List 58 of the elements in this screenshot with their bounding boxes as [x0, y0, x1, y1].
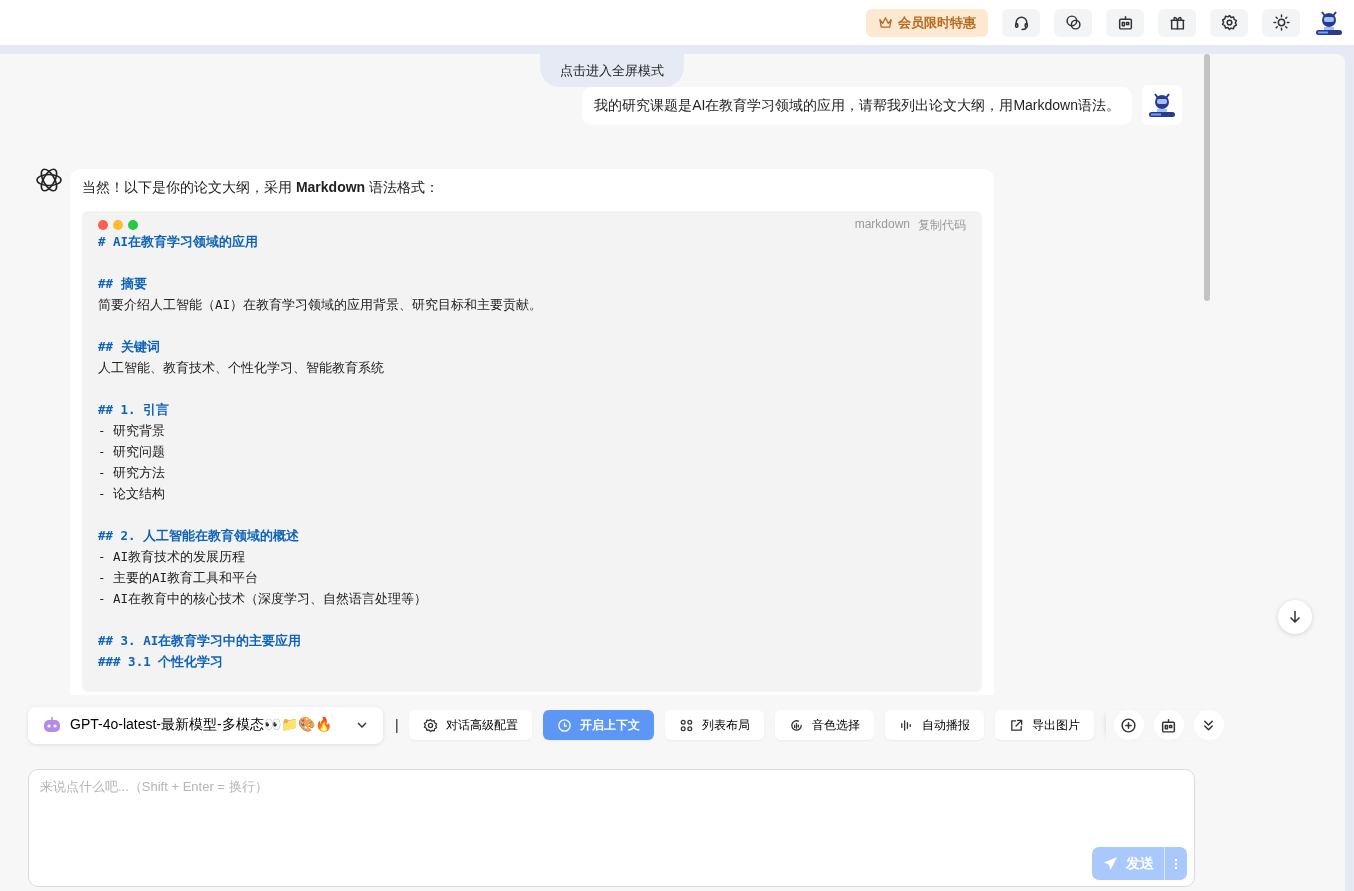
- code-heading: ### 3.1 个性化学习: [98, 653, 225, 671]
- robot-icon: [1116, 14, 1134, 31]
- sun-icon: [1272, 14, 1290, 31]
- chat-bubbles-button[interactable]: [1054, 8, 1092, 37]
- code-heading: ## 3. AI在教育学习中的主要应用: [98, 632, 303, 650]
- code-language: markdown: [854, 216, 910, 233]
- toolbar-button[interactable]: 对话高级配置: [408, 710, 532, 740]
- clock-icon: [556, 717, 572, 733]
- user-message: 我的研究课题是AI在教育学习领域的应用，请帮我列出论文大纲，用Markdown语法。: [582, 87, 1132, 125]
- add-chat-button[interactable]: [1113, 710, 1144, 740]
- code-line: - 研究方法: [98, 464, 167, 482]
- voice-icon: [788, 717, 804, 733]
- code-line: - 主要的AI教育工具和平台: [98, 569, 260, 587]
- robot-icon: [1160, 716, 1178, 734]
- separator-text: |: [395, 717, 399, 733]
- sun-button[interactable]: [1262, 8, 1300, 37]
- window-dots-icon: [98, 220, 140, 230]
- code-line: - 研究问题: [98, 443, 167, 461]
- double-chevron-down-button[interactable]: [1193, 710, 1224, 740]
- settings-button[interactable]: [1210, 8, 1248, 37]
- promo-button[interactable]: 会员限时特惠: [866, 8, 988, 37]
- paper-plane-icon: [1102, 856, 1118, 871]
- add-chat-icon: [1120, 716, 1138, 734]
- code-line: 人工智能、教育技术、个性化学习、智能教育系统: [98, 359, 385, 377]
- robot-button[interactable]: [1153, 710, 1184, 740]
- sound-wave-icon: [898, 717, 914, 733]
- message-text: 当然！以下是你的论文大纲，采用 Markdown 语法格式：: [82, 179, 440, 197]
- code-heading: # AI在教育学习领域的应用: [98, 233, 260, 251]
- scrollbar-thumb[interactable]: [1204, 54, 1210, 301]
- code-heading: ## 摘要: [98, 275, 148, 293]
- toolbar-button[interactable]: 列表布局: [664, 710, 764, 740]
- kebab-menu-icon: [1174, 857, 1178, 870]
- gift-icon: [1168, 14, 1186, 31]
- robot-button[interactable]: [1106, 8, 1144, 37]
- toolbar-button[interactable]: 音色选择: [774, 710, 874, 740]
- code-line: - 论文结构: [98, 485, 167, 503]
- code-heading: ## 关键词: [98, 338, 161, 356]
- arrow-down-icon: [1288, 610, 1302, 624]
- toolbar-button[interactable]: 自动播报: [884, 710, 984, 740]
- settings-icon: [1220, 14, 1238, 31]
- fullscreen-tab[interactable]: 点击进入全屏模式: [540, 54, 684, 87]
- gift-button[interactable]: [1158, 8, 1196, 37]
- crown-icon: [878, 15, 893, 30]
- code-heading: ## 2. 人工智能在教育领域的概述: [98, 527, 301, 545]
- code-heading: ## 1. 引言: [98, 401, 171, 419]
- headset-button[interactable]: [1002, 8, 1040, 37]
- model-dropdown[interactable]: GPT-4o-latest-最新模型-多模态👀📁🎨🔥: [28, 706, 383, 744]
- code-line: - AI教育技术的发展历程: [98, 548, 247, 566]
- toolbar-button[interactable]: 导出图片: [994, 710, 1094, 740]
- robot-face-icon: [42, 715, 62, 735]
- share-icon: [1008, 717, 1024, 733]
- settings-icon: [422, 717, 438, 733]
- grid-icon: [678, 717, 694, 733]
- scroll-down-button[interactable]: [1278, 600, 1312, 634]
- code-line: - AI在教育中的核心技术（深度学习、自然语言处理等）: [98, 590, 429, 608]
- code-line: - 研究背景: [98, 422, 167, 440]
- code-line: 简要介绍人工智能（AI）在教育学习领域的应用背景、研究目标和主要贡献。: [98, 296, 544, 314]
- headset-icon: [1012, 14, 1030, 31]
